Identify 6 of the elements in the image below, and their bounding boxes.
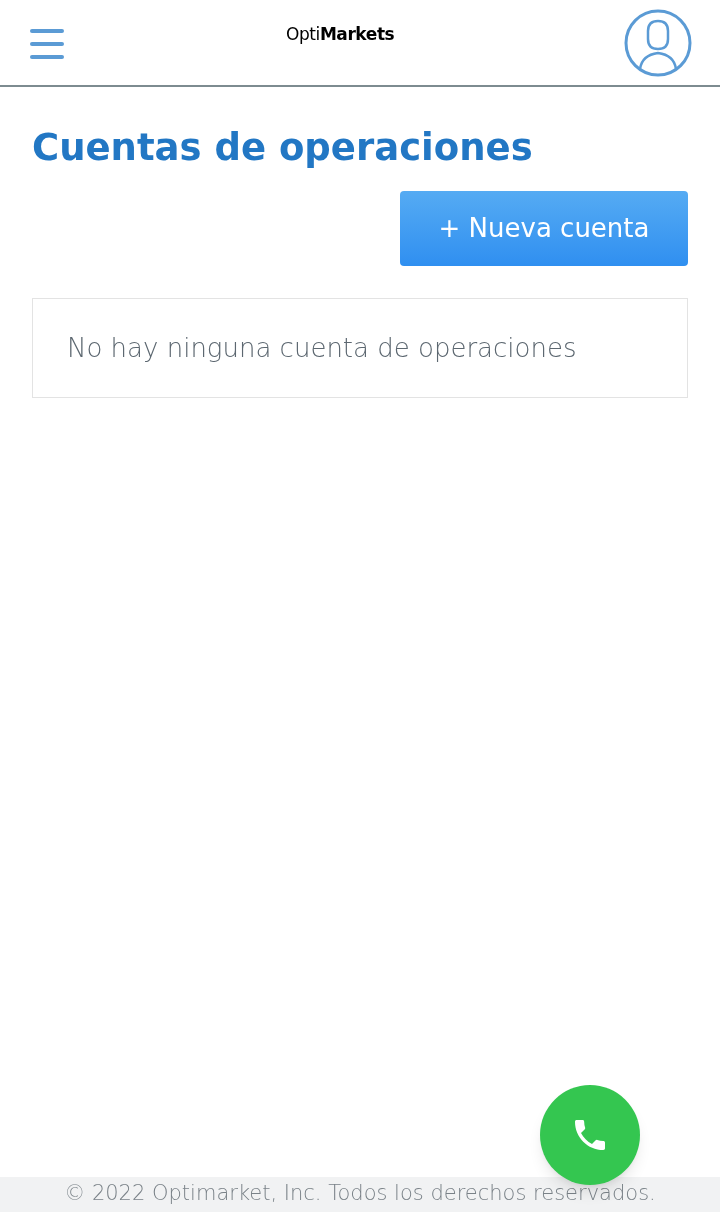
menu-icon[interactable] [30, 26, 66, 59]
copyright-text: © 2022 Optimarket, Inc. Todos los derechos reservados. [64, 1180, 656, 1207]
empty-message: No hay ninguna cuenta de operaciones [67, 331, 577, 365]
user-avatar-icon[interactable] [624, 8, 692, 77]
page-title: Cuentas de operaciones [32, 125, 534, 171]
logo[interactable]: OptiMarkets [286, 22, 395, 48]
